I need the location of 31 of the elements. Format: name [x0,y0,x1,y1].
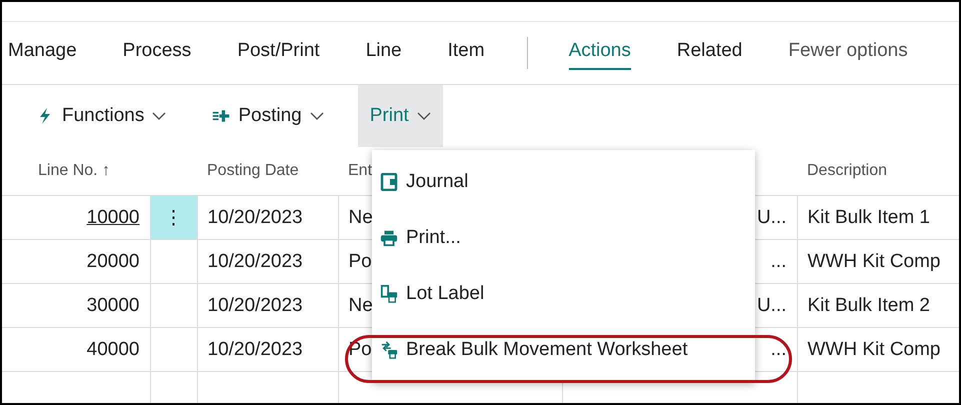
table-cell: 20000 [2,240,150,284]
chevron-icon [416,112,431,120]
table-cell: 10/20/2023 [197,328,338,372]
tab[interactable]: Manage [8,36,77,70]
tab[interactable]: Item [448,36,485,70]
toolbar-button[interactable]: Posting [200,85,336,147]
table-cell[interactable]: 10000 [2,196,150,240]
document-printer-icon [380,285,398,303]
column-header[interactable]: Description [797,147,959,196]
table-cell: Kit Bulk Item 1 [797,196,959,240]
tab[interactable]: Line [366,36,402,70]
column-header[interactable]: Posting Date [197,147,338,196]
table-cell: 10/20/2023 [197,284,338,328]
printer-icon [380,229,398,247]
table-cell: 30000 [2,284,150,328]
tab[interactable]: Process [122,36,192,70]
row-menu-button[interactable]: ⋮ [150,196,197,240]
tab[interactable]: Actions [568,36,631,70]
tab[interactable]: Fewer options [788,36,908,70]
table-cell: 10/20/2023 [197,240,338,284]
table-cell: 40000 [2,328,150,372]
notebook-icon [380,173,398,191]
toolbar-button[interactable]: Print [358,85,443,147]
tab[interactable]: Related [676,36,742,70]
table-cell: 10/20/2023 [197,196,338,240]
tab[interactable]: Post/Print [237,36,320,70]
toolbar-button[interactable]: Functions [24,85,178,147]
chevron-icon [310,112,324,120]
arrows-printer-icon [380,341,398,359]
column-header[interactable]: Line No. ↑ [2,147,150,196]
chevron-icon [152,112,166,120]
